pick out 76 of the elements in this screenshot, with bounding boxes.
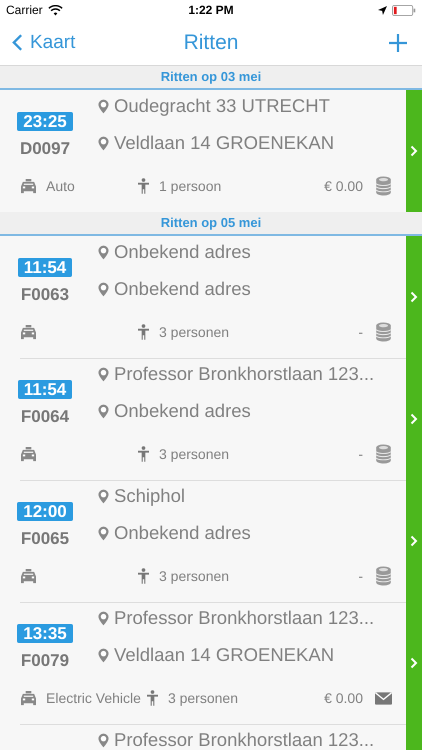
location-arrow-icon: [378, 6, 387, 14]
plus-icon: [388, 32, 408, 52]
chevron-right-icon: [410, 657, 418, 669]
person-icon: [138, 568, 149, 584]
chevron-right-icon: [410, 535, 418, 547]
map-pin-icon: [98, 732, 109, 748]
address: Oudegracht 33 UTRECHT: [114, 95, 330, 117]
passenger-count: 3 personen: [159, 446, 230, 462]
ride-id: F0063: [20, 285, 70, 305]
time-badge: 23:25: [17, 112, 73, 131]
wifi-icon: [48, 4, 63, 16]
address: Professor Bronkhorstlaan 123...: [114, 607, 374, 629]
address: Schiphol: [114, 485, 185, 507]
chevron-right-icon: [410, 291, 418, 303]
price: € 0.00: [324, 178, 363, 194]
address: Professor Bronkhorstlaan 123...: [114, 363, 374, 385]
price: -: [358, 568, 363, 584]
carrier-name: Carrier: [6, 3, 43, 17]
vehicle-type: Electric Vehicle: [46, 690, 141, 706]
map-pin-icon: [98, 136, 109, 150]
person-icon: [138, 324, 149, 340]
battery-icon: [392, 4, 416, 16]
section-header: Ritten op 05 mei: [0, 212, 422, 236]
taxi-icon: [20, 568, 37, 584]
address: Onbekend adres: [114, 278, 251, 300]
map-pin-icon: [98, 488, 109, 504]
ride-id: F0065: [20, 529, 70, 549]
address: Onbekend adres: [114, 400, 251, 422]
price: € 0.00: [324, 690, 363, 706]
screen-title: Ritten: [184, 30, 238, 54]
back-chevron-icon: [12, 33, 23, 52]
vehicle-type: Auto: [46, 178, 75, 194]
time-badge: 11:54: [18, 258, 72, 277]
passenger-count: 3 personen: [159, 324, 230, 340]
passenger-count: 3 personen: [168, 690, 238, 706]
map-pin-icon: [98, 366, 109, 382]
map-pin-icon: [98, 610, 109, 626]
passenger-count: 1 persoon: [159, 178, 222, 194]
taxi-icon: [20, 324, 37, 340]
status-time: 1:22 PM: [188, 3, 234, 17]
taxi-icon: [20, 446, 37, 462]
time-badge: 12:00: [17, 502, 73, 521]
person-icon: [146, 690, 158, 706]
price: -: [358, 324, 363, 340]
chevron-right-icon: [410, 413, 418, 425]
back-button[interactable]: Kaart: [10, 30, 78, 56]
coins-icon: [375, 322, 392, 342]
address: Professor Bronkhorstlaan 123...: [114, 729, 374, 750]
open-ride-tab[interactable]: [406, 236, 422, 358]
address: Onbekend adres: [114, 241, 251, 263]
coins-icon: [375, 444, 392, 464]
open-ride-tab[interactable]: [406, 90, 422, 212]
person-icon: [138, 178, 149, 194]
chevron-right-icon: [410, 145, 418, 157]
address: Onbekend adres: [114, 522, 251, 544]
passenger-count: 3 personen: [159, 568, 230, 584]
map-pin-icon: [98, 244, 109, 260]
address: Veldlaan 14 GROENEKAN: [114, 132, 334, 154]
ride-id: F0064: [20, 407, 70, 427]
ride-id: D0097: [20, 139, 70, 159]
time-badge: 11:54: [18, 380, 72, 399]
taxi-icon: [20, 690, 37, 706]
time-badge: 13:35: [17, 624, 73, 643]
person-icon: [138, 446, 149, 462]
map-pin-icon: [98, 526, 109, 540]
map-pin-icon: [98, 98, 109, 114]
address: Veldlaan 14 GROENEKAN: [114, 644, 334, 666]
map-pin-icon: [98, 282, 109, 296]
coins-icon: [375, 566, 392, 586]
taxi-icon: [20, 178, 37, 194]
coins-icon: [375, 176, 392, 196]
ride-id: F0079: [20, 651, 70, 671]
section-header: Ritten op 03 mei: [0, 66, 422, 90]
price: -: [358, 446, 363, 462]
map-pin-icon: [98, 404, 109, 418]
map-pin-icon: [98, 648, 109, 662]
